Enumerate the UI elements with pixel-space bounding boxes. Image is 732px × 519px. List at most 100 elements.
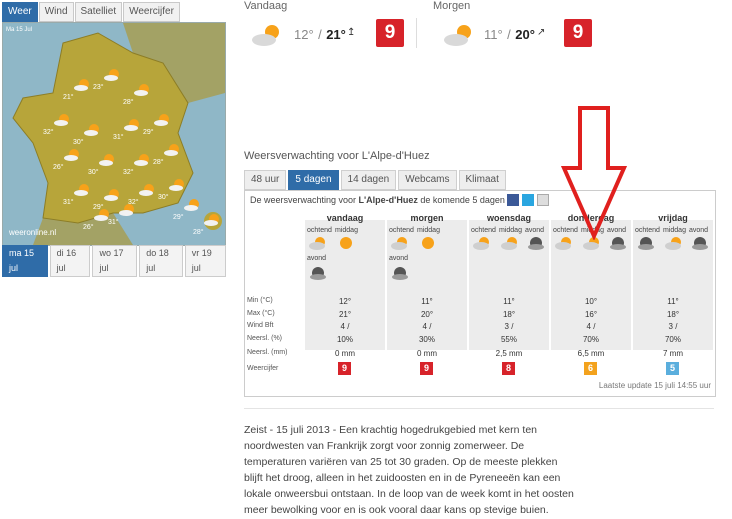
map-temp-label: 29° xyxy=(173,214,184,221)
sub-label-noon: middag xyxy=(499,227,522,234)
value-precip_mm: 6,5 mm xyxy=(577,349,605,358)
map-tabs: Weer Wind Satelliet Weercijfer xyxy=(2,2,181,22)
map-weather-marker: 32° xyxy=(128,183,156,206)
last-update: Laatste update 15 juli 14:55 uur xyxy=(598,381,711,390)
map-temp-label: 28° xyxy=(193,229,204,236)
evening-weather-icon xyxy=(691,236,709,255)
noon-weather-icon xyxy=(665,236,683,255)
score-badge: 9 xyxy=(338,362,351,375)
sub-label-morning: ochtend xyxy=(389,227,414,234)
map-temp-label: 32° xyxy=(43,129,54,136)
row-label-precip_pct: Neersl. (%) xyxy=(247,335,283,342)
score-badge: 8 xyxy=(502,362,515,375)
score-badge: 5 xyxy=(666,362,679,375)
day-name: morgen xyxy=(410,213,444,223)
intro-place: L'Alpe-d'Huez xyxy=(358,195,418,205)
day-tab-do[interactable]: do 18 jul xyxy=(139,245,183,277)
map-temp-label: 23° xyxy=(93,84,104,91)
map-weather-marker: 28° xyxy=(193,213,221,236)
map-date-label: Ma 15 Jul xyxy=(6,27,32,33)
forecast-panel: De weersverwachting voor L'Alpe-d'Huez d… xyxy=(244,190,716,397)
tab-48-uur[interactable]: 48 uur xyxy=(244,170,287,190)
value-min: 12° xyxy=(338,297,352,306)
tomorrow-score-badge: 9 xyxy=(564,19,592,47)
sub-label-noon: middag xyxy=(335,227,358,234)
map-temp-label: 26° xyxy=(53,164,64,171)
value-precip_pct: 30% xyxy=(418,335,435,344)
tab-satelliet[interactable]: Satelliet xyxy=(74,2,123,22)
value-wind: 4 / xyxy=(586,322,596,331)
morning-weather-icon xyxy=(473,236,491,255)
sub-label-morning: ochtend xyxy=(471,227,496,234)
map-temp-label: 28° xyxy=(123,99,134,106)
tab-weer[interactable]: Weer xyxy=(2,2,38,22)
map-temp-label: 31° xyxy=(63,199,74,206)
tab-5-dagen[interactable]: 5 dagen xyxy=(288,170,339,190)
sub-label-evening: avond xyxy=(689,227,709,234)
tomorrow-min: 11° xyxy=(484,27,503,42)
map-temp-label: 26° xyxy=(83,224,94,231)
noon-weather-icon xyxy=(501,236,519,255)
today-separator: / xyxy=(318,27,322,42)
value-max: 16° xyxy=(584,310,598,319)
map-weather-marker: 26° xyxy=(53,148,81,171)
article-text: Zeist - 15 juli 2013 - Een krachtig hoge… xyxy=(244,424,574,516)
score-badge: 9 xyxy=(420,362,433,375)
noon-weather-icon xyxy=(419,236,437,255)
today-label: Vandaag xyxy=(244,0,288,12)
map-temp-label: 30° xyxy=(73,139,84,146)
intro-prefix: De weersverwachting voor xyxy=(250,195,359,205)
sub-label-morning: ochtend xyxy=(307,227,332,234)
value-min: 10° xyxy=(584,297,598,306)
value-max: 18° xyxy=(666,310,680,319)
value-wind: 3 / xyxy=(668,322,678,331)
sub-label-noon: middag xyxy=(663,227,686,234)
map-temp-label: 31° xyxy=(108,219,119,226)
tab-14-dagen[interactable]: 14 dagen xyxy=(340,170,397,190)
map-weather-marker: 28° xyxy=(123,83,151,106)
twitter-icon[interactable] xyxy=(522,194,534,206)
tomorrow-separator: / xyxy=(507,27,511,42)
tomorrow-temps: 11° / 20° xyxy=(484,26,535,44)
separator xyxy=(244,408,714,409)
row-label-wind: Wind Bft xyxy=(247,322,274,329)
tab-klimaat[interactable]: Klimaat xyxy=(458,170,506,190)
forecast-intro: De weersverwachting voor L'Alpe-d'Huez d… xyxy=(250,195,505,205)
map-temp-label: 29° xyxy=(143,129,154,136)
map-weather-marker: 29° xyxy=(173,198,201,221)
section-title: Weersverwachting voor L'Alpe-d'Huez xyxy=(244,150,430,162)
value-precip_mm: 0 mm xyxy=(417,349,437,358)
row-label-max: Max (°C) xyxy=(247,310,275,317)
day-tab-di[interactable]: di 16 jul xyxy=(49,245,91,277)
tomorrow-max: 20° xyxy=(515,27,535,42)
intro-suffix: de komende 5 dagen xyxy=(417,195,505,205)
morning-weather-icon xyxy=(391,236,409,255)
today-temps: 12° / 21° xyxy=(294,26,346,44)
row-label-score: Weercijfer xyxy=(247,365,279,372)
tab-webcams[interactable]: Webcams xyxy=(398,170,457,190)
day-tab-wo[interactable]: wo 17 jul xyxy=(92,245,138,277)
today-max: 21° xyxy=(326,27,346,42)
row-label-min: Min (°C) xyxy=(247,297,273,304)
evening-weather-icon xyxy=(527,236,545,255)
evening-weather-icon xyxy=(309,266,327,285)
wind-icon: ↥ xyxy=(347,27,356,38)
facebook-icon[interactable] xyxy=(507,194,519,206)
tab-wind[interactable]: Wind xyxy=(38,2,74,22)
map-temp-label: 32° xyxy=(123,169,134,176)
map-weather-marker: 23° xyxy=(93,68,121,91)
map-temp-label: 31° xyxy=(113,134,124,141)
forecast-tabs: 48 uur 5 dagen 14 dagen Webcams Klimaat xyxy=(244,170,508,190)
value-wind: 4 / xyxy=(340,322,350,331)
divider xyxy=(416,18,417,48)
france-weather-map[interactable]: Ma 15 Jul 21° 23° 28° 32° 30° 31° 29° 26° 30° 32°… xyxy=(2,22,226,246)
sub-label-evening: avond xyxy=(389,255,409,262)
day-tab-ma[interactable]: ma 15 jul xyxy=(2,245,48,277)
map-weather-marker: 32° xyxy=(123,153,151,176)
map-temp-label: 30° xyxy=(88,169,99,176)
mail-icon[interactable] xyxy=(537,194,549,206)
sun-cloud-icon xyxy=(442,22,482,48)
tab-weercijfer[interactable]: Weercijfer xyxy=(123,2,180,22)
value-precip_mm: 7 mm xyxy=(663,349,683,358)
day-tab-vr[interactable]: vr 19 jul xyxy=(184,245,226,277)
